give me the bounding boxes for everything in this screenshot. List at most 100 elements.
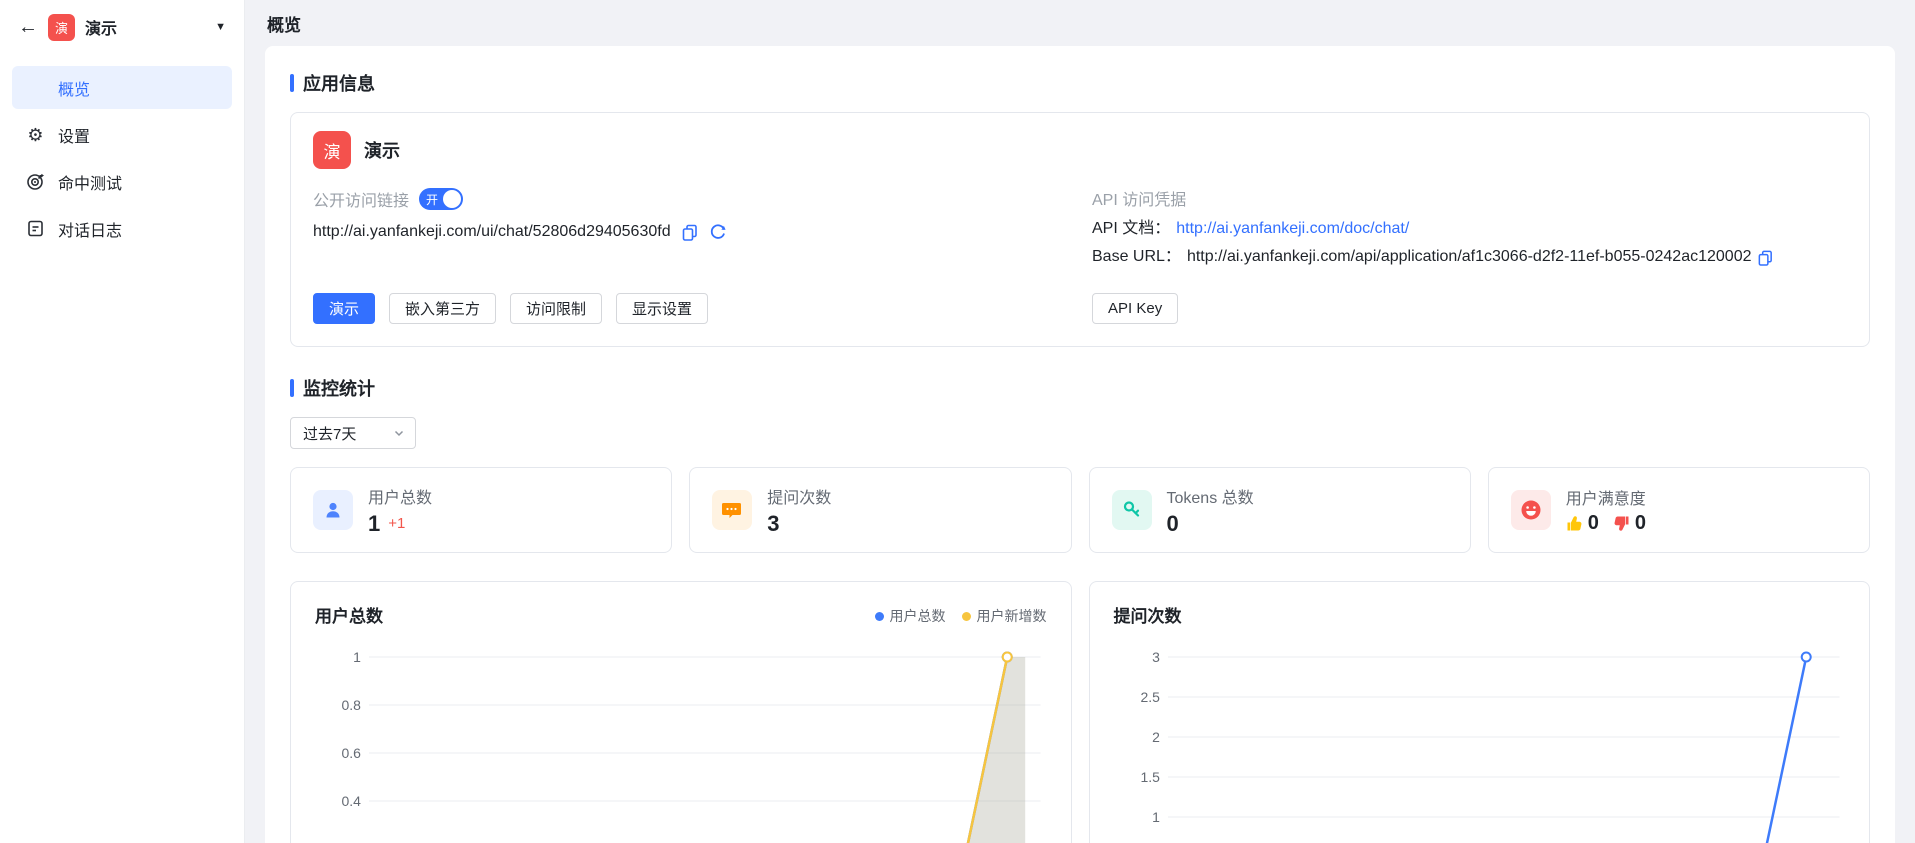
svg-text:1.5: 1.5 <box>1140 769 1160 785</box>
charts-row: 用户总数 用户总数 用户新增数 00.20.40.60.81 <box>290 581 1870 843</box>
api-doc-link[interactable]: http://ai.yanfankeji.com/doc/chat/ <box>1176 215 1409 243</box>
legend-item[interactable]: 用户总数 <box>875 606 946 626</box>
target-icon <box>26 172 45 191</box>
app-card-header: 演 演示 <box>313 131 1847 169</box>
toggle-knob <box>443 190 461 208</box>
svg-text:0.8: 0.8 <box>342 697 362 713</box>
svg-text:0.4: 0.4 <box>342 793 362 809</box>
app-card-title: 演示 <box>364 137 400 163</box>
public-link-toggle[interactable]: 开 <box>419 188 463 210</box>
sidebar-item-label: 概览 <box>58 76 90 100</box>
public-link-label: 公开访问链接 <box>313 187 409 211</box>
date-range-select[interactable]: 过去7天 <box>290 417 416 449</box>
sidebar-header: ← 演 演示 ▼ <box>0 0 244 54</box>
display-settings-button[interactable]: 显示设置 <box>616 293 708 324</box>
section-title: 应用信息 <box>303 70 375 96</box>
thumb-up-count: 0 <box>1588 512 1599 535</box>
log-icon <box>26 219 45 238</box>
stat-card-tokens: Tokens 总数 0 <box>1089 467 1471 553</box>
smile-icon <box>1511 490 1551 530</box>
users-line-chart: 00.20.40.60.81 <box>315 643 1047 843</box>
chevron-down-icon[interactable]: ▼ <box>215 21 226 33</box>
svg-text:3: 3 <box>1152 649 1160 665</box>
chat-bubble-icon <box>712 490 752 530</box>
stat-delta: +1 <box>388 515 405 532</box>
sidebar-item-label: 命中测试 <box>58 170 122 194</box>
sidebar-item-overview[interactable]: 概览 <box>12 66 232 109</box>
back-icon[interactable]: ← <box>18 17 38 37</box>
base-url-value: http://ai.yanfankeji.com/api/application… <box>1187 243 1752 271</box>
api-credentials-column: API 访问凭据 API 文档： http://ai.yanfankeji.co… <box>1092 187 1847 271</box>
base-url-label: Base URL： <box>1092 243 1181 271</box>
stat-card-questions: 提问次数 3 <box>689 467 1071 553</box>
svg-text:1: 1 <box>1152 809 1160 825</box>
public-link-column: 公开访问链接 开 http://ai.yanfankeji.com/ui/cha… <box>313 187 1068 271</box>
copy-icon[interactable] <box>681 223 699 241</box>
sidebar-item-settings[interactable]: ⚙ 设置 <box>12 113 232 156</box>
questions-chart-card: 提问次数 00.511.522.53 <box>1089 581 1871 843</box>
user-icon <box>313 490 353 530</box>
questions-line-chart: 00.511.522.53 <box>1114 643 1846 843</box>
stat-cards: 用户总数 1 +1 提问次数 3 <box>290 467 1870 553</box>
section-title: 监控统计 <box>303 375 375 401</box>
refresh-icon[interactable] <box>709 223 727 241</box>
stat-label: 用户总数 <box>368 484 432 508</box>
sidebar-item-label: 对话日志 <box>58 217 122 241</box>
svg-text:2.5: 2.5 <box>1140 689 1160 705</box>
stat-value: 3 <box>767 511 779 537</box>
thumb-up-icon <box>1566 515 1583 532</box>
users-chart-card: 用户总数 用户总数 用户新增数 00.20.40.60.81 <box>290 581 1072 843</box>
stat-label: Tokens 总数 <box>1167 484 1254 508</box>
chart-legend: 用户总数 用户新增数 <box>875 606 1047 626</box>
chat-url: http://ai.yanfankeji.com/ui/chat/52806d2… <box>313 223 671 241</box>
gear-icon: ⚙ <box>26 125 45 144</box>
legend-label: 用户总数 <box>890 606 946 626</box>
topbar: 概览 <box>245 0 1915 46</box>
chevron-down-icon <box>393 427 405 439</box>
app-actions: 演示 嵌入第三方 访问限制 显示设置 <box>313 293 1068 324</box>
api-doc-label: API 文档： <box>1092 215 1170 243</box>
sidebar: ← 演 演示 ▼ 概览 ⚙ 设置 命中测试 <box>0 0 245 843</box>
sidebar-item-label: 设置 <box>58 123 90 147</box>
app-avatar-large: 演 <box>313 131 351 169</box>
stat-value: 1 <box>368 511 380 537</box>
api-key-button[interactable]: API Key <box>1092 293 1178 324</box>
svg-text:2: 2 <box>1152 729 1160 745</box>
stat-label: 用户满意度 <box>1566 485 1646 509</box>
sidebar-item-hit-test[interactable]: 命中测试 <box>12 160 232 203</box>
stat-value: 0 <box>1167 511 1179 537</box>
page-title: 概览 <box>267 11 301 36</box>
access-limit-button[interactable]: 访问限制 <box>510 293 602 324</box>
app-root: ← 演 演示 ▼ 概览 ⚙ 设置 命中测试 <box>0 0 1915 843</box>
main-area: 概览 应用信息 演 演示 公开访问链接 开 <box>245 0 1915 843</box>
app-avatar: 演 <box>48 14 75 41</box>
api-actions: API Key <box>1092 293 1847 324</box>
sidebar-item-chat-logs[interactable]: 对话日志 <box>12 207 232 250</box>
stat-label: 提问次数 <box>767 484 831 508</box>
legend-label: 用户新增数 <box>977 606 1047 626</box>
stat-card-satisfaction: 用户满意度 0 0 <box>1488 467 1870 553</box>
stat-card-users: 用户总数 1 +1 <box>290 467 672 553</box>
key-icon <box>1112 490 1152 530</box>
chart-title: 提问次数 <box>1114 602 1846 627</box>
app-info-section-header: 应用信息 <box>290 70 1870 96</box>
toggle-state-text: 开 <box>426 191 438 208</box>
demo-button[interactable]: 演示 <box>313 293 375 324</box>
thumb-down-count: 0 <box>1635 512 1646 535</box>
date-range-value: 过去7天 <box>303 423 356 444</box>
legend-dot <box>875 612 884 621</box>
svg-text:0.6: 0.6 <box>342 745 362 761</box>
section-accent-bar <box>290 379 294 397</box>
thumb-down-icon <box>1613 515 1630 532</box>
copy-icon[interactable] <box>1757 249 1774 266</box>
legend-item[interactable]: 用户新增数 <box>962 606 1047 626</box>
embed-third-party-button[interactable]: 嵌入第三方 <box>389 293 496 324</box>
content-panel: 应用信息 演 演示 公开访问链接 开 <box>265 46 1895 843</box>
api-credentials-label: API 访问凭据 <box>1092 187 1847 215</box>
legend-dot <box>962 612 971 621</box>
svg-text:1: 1 <box>353 649 361 665</box>
grid-icon <box>26 78 45 97</box>
sidebar-nav: 概览 ⚙ 设置 命中测试 对话日志 <box>0 54 244 250</box>
monitoring-section-header: 监控统计 <box>290 375 1870 401</box>
app-name: 演示 <box>85 15 205 39</box>
